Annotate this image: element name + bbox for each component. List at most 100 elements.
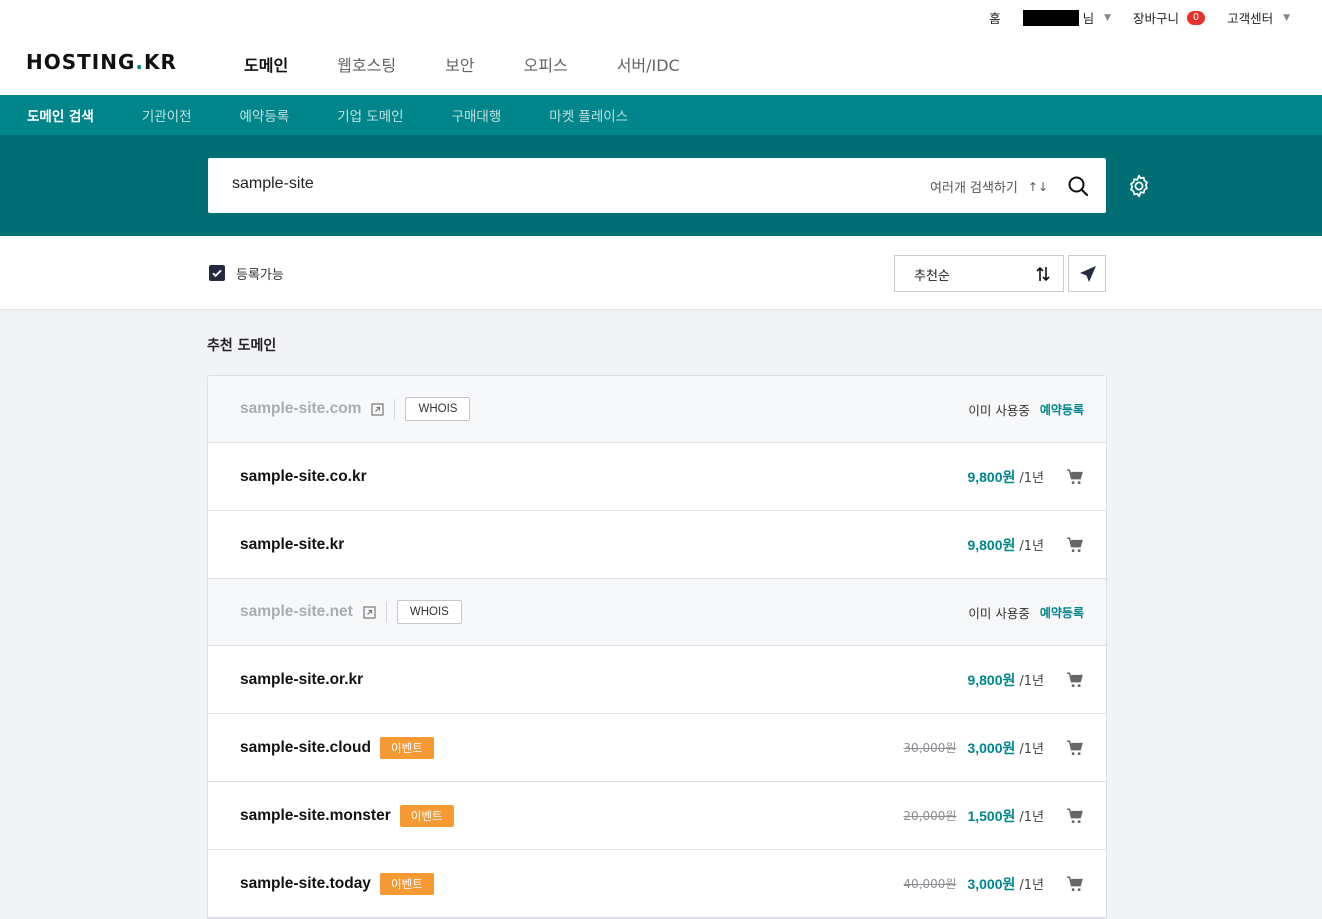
domain-name: sample-site.or.kr: [240, 670, 364, 688]
cart-icon[interactable]: [1066, 468, 1084, 486]
main-header: HOSTING.KR 도메인 웹호스팅 보안 오피스 서버/IDC: [0, 36, 1322, 95]
gnb-item[interactable]: 웹호스팅: [337, 52, 396, 76]
section-title: 추천 도메인: [207, 338, 277, 354]
external-link-icon[interactable]: [363, 605, 376, 619]
cart-icon[interactable]: [1066, 807, 1084, 825]
chevron-down-icon: ▼: [1283, 12, 1290, 23]
domain-row: sample-site.kr 9,800원/1년: [208, 511, 1106, 579]
gnb-item[interactable]: 오피스: [524, 52, 568, 76]
utility-links: 홈 님 ▼ 장바구니 0 고객센터 ▼: [989, 8, 1290, 27]
divider: [385, 602, 387, 622]
domain-row: sample-site.today 이벤트 40,000원 3,000원/1년: [208, 850, 1106, 918]
row-right: 30,000원 3,000원/1년: [903, 738, 1084, 758]
external-link-icon[interactable]: [371, 402, 385, 416]
whois-button[interactable]: WHOIS: [396, 600, 462, 624]
price: 9,800원: [967, 536, 1016, 553]
domain-name: sample-site.today: [240, 874, 371, 892]
cart-icon[interactable]: [1066, 739, 1084, 757]
gnb-item[interactable]: 보안: [445, 52, 474, 76]
subnav-item[interactable]: 기업 도메인: [337, 105, 403, 125]
original-price: 30,000원: [903, 741, 957, 755]
sub-nav: 도메인 검색 기관이전 예약등록 기업 도메인 구매대행 마켓 플레이스: [0, 95, 1322, 135]
sort-select[interactable]: 추천순: [894, 255, 1064, 292]
cart-icon[interactable]: [1066, 671, 1084, 689]
row-right: 이미 사용중 예약등록: [968, 400, 1084, 419]
subnav-item[interactable]: 기관이전: [142, 105, 192, 125]
price-term: /1년: [1019, 878, 1044, 893]
home-label: 홈: [989, 11, 1001, 26]
price: 3,000원: [967, 739, 1016, 756]
gnb-item[interactable]: 도메인: [244, 52, 288, 76]
in-use-status: 이미 사용중: [968, 402, 1030, 418]
available-checkbox[interactable]: [209, 265, 225, 281]
whois-button[interactable]: WHOIS: [405, 397, 471, 421]
user-menu[interactable]: 님 ▼: [1022, 8, 1112, 27]
subnav-item[interactable]: 마켓 플레이스: [549, 105, 628, 125]
domain-row: sample-site.net WHOIS 이미 사용중 예약등록: [208, 579, 1106, 646]
row-right: 9,800원/1년: [967, 467, 1084, 487]
price-term: /1년: [1019, 810, 1044, 825]
reserve-link[interactable]: 예약등록: [1040, 401, 1084, 418]
domain-search-input[interactable]: [232, 175, 832, 193]
row-right: 이미 사용중 예약등록: [968, 603, 1084, 622]
price: 1,500원: [967, 807, 1016, 824]
search-band: 여러개 검색하기 ↑↓: [0, 135, 1322, 236]
multi-search-toggle[interactable]: 여러개 검색하기 ↑↓: [930, 177, 1048, 197]
available-label[interactable]: 등록가능: [236, 264, 284, 283]
cart-icon[interactable]: [1066, 536, 1084, 554]
global-nav: 도메인 웹호스팅 보안 오피스 서버/IDC: [244, 52, 680, 76]
logo-main: HOSTING: [26, 50, 136, 74]
domain-name: sample-site.monster: [240, 806, 391, 824]
row-right: 9,800원/1년: [967, 670, 1084, 690]
price: 3,000원: [967, 875, 1016, 892]
domain-row: sample-site.or.kr 9,800원/1년: [208, 646, 1106, 714]
original-price: 20,000원: [903, 809, 957, 823]
search-box: 여러개 검색하기 ↑↓: [208, 158, 1106, 213]
sort-label: 추천순: [914, 269, 950, 284]
home-link[interactable]: 홈: [989, 8, 1001, 27]
search-icon[interactable]: [1066, 174, 1090, 198]
sort-arrows-icon: [1036, 266, 1050, 282]
price-term: /1년: [1019, 539, 1044, 554]
cart-link[interactable]: 장바구니 0: [1133, 8, 1206, 27]
original-price: 40,000원: [903, 877, 957, 891]
gear-icon[interactable]: [1126, 173, 1152, 199]
in-use-status: 이미 사용중: [968, 605, 1030, 621]
domain-name: sample-site.co.kr: [240, 467, 367, 485]
row-right: 9,800원/1년: [967, 535, 1084, 555]
event-badge: 이벤트: [379, 736, 434, 759]
utility-bar: 홈 님 ▼ 장바구니 0 고객센터 ▼: [0, 0, 1322, 36]
cart-icon[interactable]: [1066, 875, 1084, 893]
site-logo[interactable]: HOSTING.KR: [26, 50, 177, 74]
multi-search-label: 여러개 검색하기: [930, 181, 1018, 196]
gnb-item[interactable]: 서버/IDC: [617, 52, 680, 76]
filter-bar: 등록가능 추천순: [0, 236, 1322, 310]
domain-name: sample-site.cloud: [240, 738, 371, 756]
sort-arrows-icon: ↑↓: [1027, 179, 1048, 194]
subnav-item[interactable]: 구매대행: [452, 105, 502, 125]
divider: [394, 399, 396, 419]
price: 9,800원: [967, 468, 1016, 485]
row-right: 20,000원 1,500원/1년: [903, 806, 1084, 826]
reserve-link[interactable]: 예약등록: [1040, 604, 1084, 621]
logo-dot: .: [135, 50, 144, 74]
subnav-item[interactable]: 예약등록: [240, 105, 290, 125]
share-button[interactable]: [1068, 255, 1106, 292]
logo-end: KR: [144, 50, 177, 74]
check-icon: [212, 269, 222, 278]
domain-row: sample-site.co.kr 9,800원/1년: [208, 443, 1106, 511]
domain-name: sample-site.kr: [240, 535, 345, 553]
domain-row: sample-site.monster 이벤트 20,000원 1,500원/1년: [208, 782, 1106, 850]
cart-label: 장바구니: [1133, 11, 1180, 26]
subnav-item[interactable]: 도메인 검색: [27, 105, 94, 125]
domain-row: sample-site.cloud 이벤트 30,000원 3,000원/1년: [208, 714, 1106, 782]
price: 9,800원: [967, 671, 1016, 688]
price-term: /1년: [1019, 471, 1044, 486]
send-icon: [1080, 266, 1096, 282]
chevron-down-icon: ▼: [1104, 12, 1112, 23]
support-label: 고객센터: [1227, 11, 1274, 26]
domain-name: sample-site.com: [240, 400, 362, 417]
event-badge: 이벤트: [379, 872, 434, 895]
support-menu[interactable]: 고객센터 ▼: [1227, 8, 1290, 27]
row-right: 40,000원 3,000원/1년: [903, 874, 1084, 894]
